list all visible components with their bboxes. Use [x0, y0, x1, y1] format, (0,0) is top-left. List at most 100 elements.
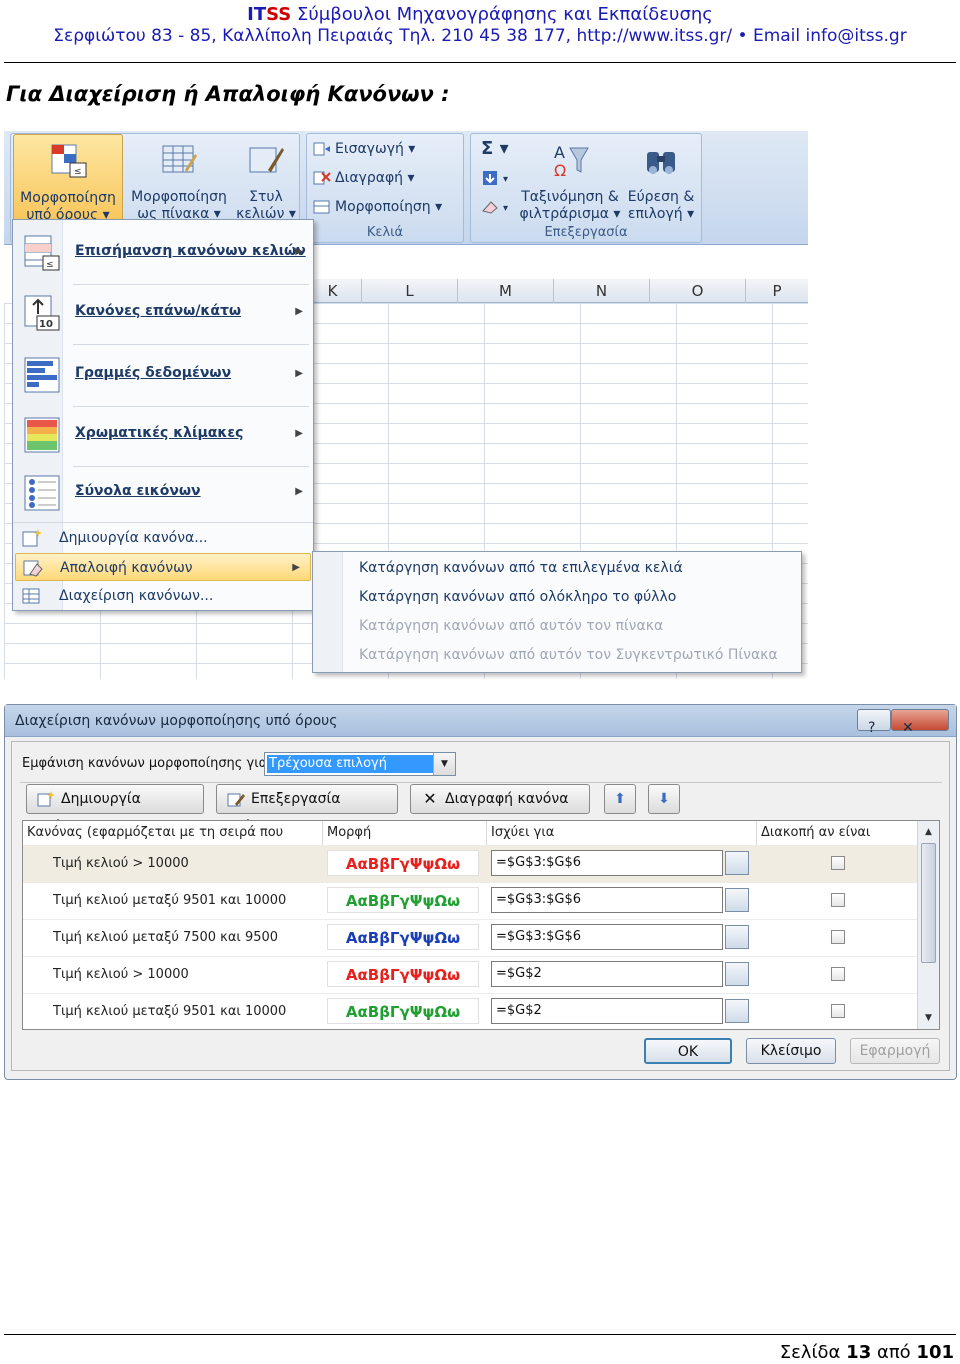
insert-cells-icon	[313, 142, 330, 156]
move-up-button[interactable]: ⬆	[604, 784, 636, 814]
applies-to-field[interactable]: =$G$3:$G$6	[491, 924, 723, 950]
scroll-thumb[interactable]	[921, 843, 936, 963]
delete-cells-label: Διαγραφή ▾	[335, 170, 415, 186]
menu-item-top-bottom-rules[interactable]: 10 Κανόνες επάνω/κάτω ▶	[13, 284, 313, 342]
range-picker-icon[interactable]	[725, 925, 749, 949]
sum-icon: Σ ▾	[481, 138, 509, 159]
column-applies-to[interactable]: Ισχύει για	[487, 821, 757, 845]
header-divider	[4, 62, 956, 63]
rules-scrollbar[interactable]: ▲ ▼	[917, 821, 939, 1029]
stop-if-true-checkbox[interactable]	[831, 893, 845, 907]
close-dialog-button[interactable]: Κλείσιμο	[746, 1038, 836, 1064]
range-picker-icon[interactable]	[725, 888, 749, 912]
range-picker-icon[interactable]	[725, 962, 749, 986]
menu-item-clear-rules[interactable]: Απαλοιφή κανόνων ▶	[15, 553, 311, 581]
icon-sets-icon	[24, 475, 60, 511]
scroll-down-icon[interactable]: ▼	[918, 1009, 939, 1027]
table-row[interactable]: Τιμή κελιού μεταξύ 9501 και 10000 ΑαΒβΓγ…	[23, 993, 917, 1030]
data-bars-icon	[24, 357, 60, 393]
stop-if-true-checkbox[interactable]	[831, 930, 845, 944]
conditional-formatting-button[interactable]: ≤ Μορφοποίηση υπό όρους ▾	[13, 134, 123, 223]
format-cells-label: Μορφοποίηση ▾	[335, 199, 443, 215]
menu-divider	[73, 344, 309, 345]
delete-cells-button[interactable]: Διαγραφή ▾	[313, 167, 415, 189]
header-title: ITSS Σύμβουλοι Μηχανογράφησης και Εκπαίδ…	[0, 4, 960, 25]
sort-filter-label2: φιλτράρισμα ▾	[519, 206, 621, 222]
rule-text: Τιμή κελιού μεταξύ 9501 και 10000	[53, 1004, 287, 1019]
column-stop-if-true[interactable]: Διακοπή αν είναι αληθές	[757, 821, 917, 864]
column-format[interactable]: Μορφή	[323, 821, 487, 845]
menu-item-color-scales[interactable]: Χρωματικές κλίμακες ▶	[13, 406, 313, 464]
menu-item-new-rule[interactable]: Δημιουργία κανόνα...	[15, 524, 311, 552]
show-rules-select[interactable]: Τρέχουσα επιλογή ▼	[264, 752, 456, 776]
clear-button[interactable]: ▾	[481, 196, 508, 218]
scroll-up-icon[interactable]: ▲	[918, 823, 939, 841]
format-cells-button[interactable]: Μορφοποίηση ▾	[313, 196, 442, 218]
edit-rule-button[interactable]: Επεξεργασία κανόνα...	[216, 784, 398, 835]
close-icon: ✕	[902, 720, 914, 736]
manage-rules-dialog: Διαχείριση κανόνων μορφοποίησης υπό όρου…	[4, 704, 957, 1080]
format-cells-icon	[313, 200, 330, 214]
table-row[interactable]: Τιμή κελιού > 10000 ΑαΒβΓγΨψΩω =$G$3:$G$…	[23, 845, 917, 882]
stop-if-true-checkbox[interactable]	[831, 967, 845, 981]
rule-text: Τιμή κελιού μεταξύ 9501 και 10000	[53, 893, 287, 908]
table-row[interactable]: Τιμή κελιού μεταξύ 7500 και 9500 ΑαΒβΓγΨ…	[23, 919, 917, 956]
column-header-p[interactable]: P	[746, 279, 808, 303]
sort-filter-button[interactable]: A Ω Ταξινόμηση & φιλτράρισμα ▾	[519, 134, 621, 222]
applies-to-field[interactable]: =$G$3:$G$6	[491, 887, 723, 913]
cell-styles-button[interactable]: Στυλ κελιών ▾	[233, 134, 299, 222]
column-header-l[interactable]: L	[362, 279, 458, 303]
column-headers: K L M N O P	[304, 279, 808, 303]
svg-text:Ω: Ω	[554, 161, 566, 180]
format-preview: ΑαΒβΓγΨψΩω	[327, 924, 479, 950]
menu-divider	[13, 522, 313, 523]
help-button[interactable]: ?	[857, 709, 891, 736]
menu-item-icon-sets[interactable]: Σύνολα εικόνων ▶	[13, 464, 313, 522]
clear-rules-icon	[23, 560, 43, 577]
delete-rule-button[interactable]: ✕ Διαγραφή κανόνα	[410, 784, 590, 814]
applies-to-field[interactable]: =$G$2	[491, 961, 723, 987]
dialog-body: Εμφάνιση κανόνων μορφοποίησης για: Τρέχο…	[11, 741, 950, 1071]
column-header-o[interactable]: O	[650, 279, 746, 303]
svg-text:≤: ≤	[74, 167, 82, 177]
new-rule-button[interactable]: Δημιουργία κανόνα...	[26, 784, 204, 835]
stop-if-true-checkbox[interactable]	[831, 856, 845, 870]
clear-rules-this-pivot-table: Κατάργηση κανόνων από αυτόν τον Συγκεντρ…	[359, 647, 778, 663]
table-row[interactable]: Τιμή κελιού μεταξύ 9501 και 10000 ΑαΒβΓγ…	[23, 882, 917, 919]
color-scales-icon	[24, 417, 60, 453]
ok-button[interactable]: OK	[644, 1038, 732, 1064]
conditional-formatting-menu: ≤ Επισήμανση κανόνων κελιών ▶ 10 Κανόνες…	[12, 219, 314, 611]
applies-to-field[interactable]: =$G$3:$G$6	[491, 850, 723, 876]
clear-rules-entire-sheet[interactable]: Κατάργηση κανόνων από ολόκληρο το φύλλο	[359, 589, 676, 605]
menu-item-highlight-cells-rules[interactable]: ≤ Επισήμανση κανόνων κελιών ▶	[13, 224, 313, 282]
cells-group-label: Κελιά	[366, 225, 404, 240]
excel-screenshot: ≤ Μορφοποίηση υπό όρους ▾ Μορφοποίηση ως…	[4, 131, 808, 679]
stop-if-true-checkbox[interactable]	[831, 1004, 845, 1018]
fill-button[interactable]: ▾	[481, 167, 508, 189]
chevron-down-icon[interactable]: ▼	[433, 753, 455, 775]
format-preview: ΑαΒβΓγΨψΩω	[327, 961, 479, 987]
column-rule[interactable]: Κανόνας (εφαρμόζεται με τη σειρά που φαί…	[23, 821, 323, 864]
column-header-m[interactable]: M	[458, 279, 554, 303]
range-picker-icon[interactable]	[725, 999, 749, 1023]
submenu-arrow-icon: ▶	[295, 246, 303, 257]
menu-item-manage-rules[interactable]: Διαχείριση κανόνων...	[15, 582, 311, 610]
insert-cells-button[interactable]: Εισαγωγή ▾	[313, 138, 415, 160]
applies-to-field[interactable]: =$G$2	[491, 998, 723, 1024]
format-as-table-button[interactable]: Μορφοποίηση ως πίνακα ▾	[125, 134, 233, 222]
data-bars-label: Γραμμές δεδομένων	[75, 365, 232, 381]
find-select-button[interactable]: Εύρεση & επιλογή ▾	[623, 134, 699, 222]
binoculars-icon	[647, 152, 675, 174]
column-header-n[interactable]: N	[554, 279, 650, 303]
sort-filter-label1: Ταξινόμηση &	[521, 189, 619, 205]
sum-button[interactable]: Σ ▾	[481, 138, 509, 160]
menu-item-data-bars[interactable]: Γραμμές δεδομένων ▶	[13, 346, 313, 404]
submenu-arrow-icon: ▶	[295, 368, 303, 379]
brand-logo: ITSS	[247, 4, 292, 25]
move-down-button[interactable]: ⬇	[648, 784, 680, 814]
dialog-titlebar: Διαχείριση κανόνων μορφοποίησης υπό όρου…	[5, 705, 956, 737]
table-row[interactable]: Τιμή κελιού > 10000 ΑαΒβΓγΨψΩω =$G$2	[23, 956, 917, 993]
range-picker-icon[interactable]	[725, 851, 749, 875]
clear-rules-selected-cells[interactable]: Κατάργηση κανόνων από τα επιλεγμένα κελι…	[359, 560, 683, 576]
close-button[interactable]: ✕	[891, 709, 949, 736]
